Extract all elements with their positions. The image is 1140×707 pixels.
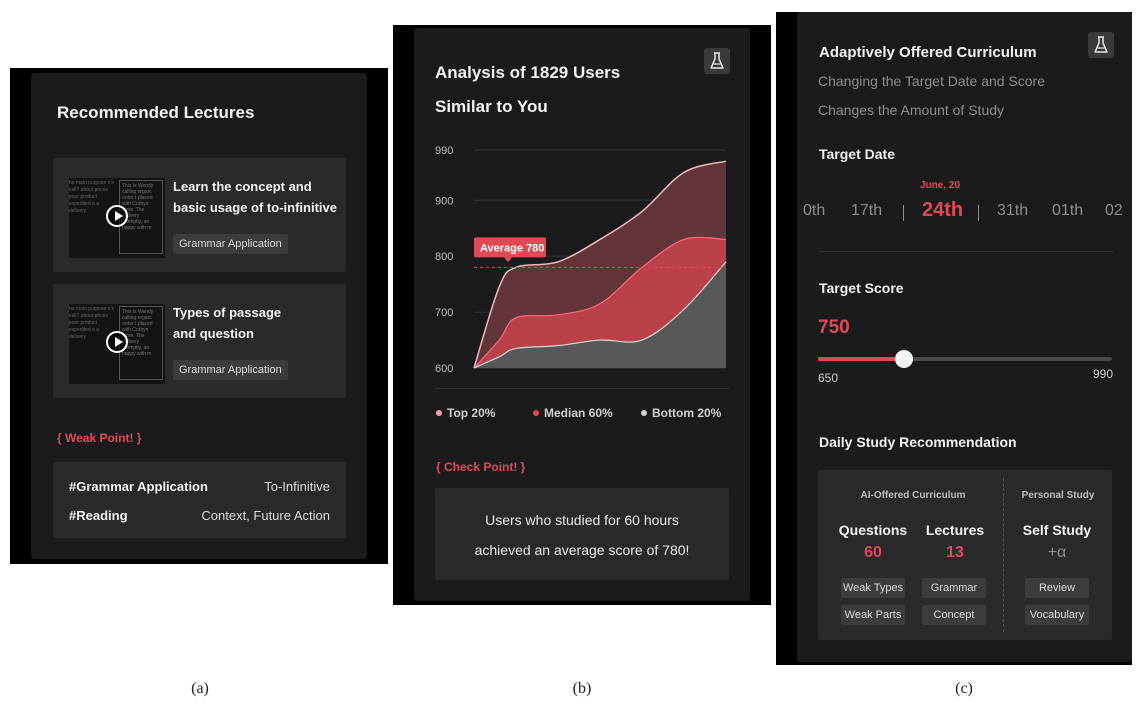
date-separator bbox=[978, 205, 979, 221]
date-picker[interactable]: 0th 17th 24th 31th 01th 02 bbox=[797, 199, 1132, 229]
lectures-title: Lectures bbox=[925, 522, 985, 538]
legend-label: Bottom 20% bbox=[652, 406, 722, 420]
analysis-title-line: Similar to You bbox=[435, 97, 548, 116]
date-option[interactable]: 01th bbox=[1052, 202, 1083, 220]
user-analysis-card: Analysis of 1829 Users Similar to You 99… bbox=[414, 28, 750, 601]
lecture-tag: Grammar Application bbox=[173, 360, 288, 380]
ai-curriculum-header: AI-Offered Curriculum bbox=[860, 490, 966, 501]
y-tick-label: 700 bbox=[435, 307, 453, 319]
date-separator bbox=[903, 205, 904, 221]
legend-item-median: Median 60% bbox=[533, 406, 613, 420]
score-slider[interactable] bbox=[818, 350, 1112, 368]
legend-item-top: Top 20% bbox=[436, 406, 495, 420]
target-score-value: 750 bbox=[818, 317, 850, 338]
column-divider bbox=[1003, 478, 1004, 632]
lecture-title: Learn the concept and basic usage of to-… bbox=[173, 176, 343, 218]
chip-weak-types[interactable]: Weak Types bbox=[841, 578, 905, 598]
play-icon[interactable] bbox=[106, 205, 128, 227]
personal-study-header: Personal Study bbox=[1021, 490, 1095, 501]
lecture-thumbnail: he main purpose n's call? about prices p… bbox=[69, 178, 165, 258]
self-study-title: Self Study bbox=[1022, 522, 1092, 538]
legend-label: Median 60% bbox=[544, 406, 613, 420]
weak-point-value: Context, Future Action bbox=[201, 508, 330, 523]
average-badge-pointer bbox=[504, 257, 512, 263]
legend-dot bbox=[436, 409, 442, 416]
check-point-label: { Check Point! } bbox=[436, 460, 526, 474]
weak-point-box: #Grammar Application To-Infinitive #Read… bbox=[53, 462, 346, 538]
lecture-title-line: basic usage of to-infinitive bbox=[173, 200, 337, 215]
caption-a: (a) bbox=[191, 680, 209, 697]
curriculum-title: Adaptively Offered Curriculum bbox=[819, 44, 1037, 61]
play-icon[interactable] bbox=[106, 331, 128, 353]
legend-dot bbox=[533, 409, 539, 416]
score-slider-handle[interactable] bbox=[895, 350, 914, 368]
curriculum-subtitle: Changes the Amount of Study bbox=[818, 102, 1005, 118]
analysis-title-line: Analysis of 1829 Users bbox=[435, 63, 621, 82]
caption-c: (c) bbox=[955, 680, 973, 697]
chip-grammar[interactable]: Grammar bbox=[922, 578, 986, 598]
legend-dot bbox=[641, 409, 647, 416]
lecture-tag: Grammar Application bbox=[173, 234, 288, 254]
curriculum-subtitle: Changing the Target Date and Score bbox=[818, 73, 1046, 89]
weak-point-key: #Grammar Application bbox=[69, 479, 208, 494]
analysis-title: Analysis of 1829 Users Similar to You bbox=[435, 56, 665, 124]
lecture-title-line: and question bbox=[173, 326, 254, 341]
weak-point-label: { Weak Point! } bbox=[57, 431, 142, 445]
chip-weak-parts[interactable]: Weak Parts bbox=[841, 605, 905, 625]
daily-study-label: Daily Study Recommendation bbox=[819, 434, 1017, 450]
lecture-title-line: Learn the concept and bbox=[173, 179, 312, 194]
check-point-line: achieved an average score of 780! bbox=[474, 542, 690, 558]
y-tick-label: 800 bbox=[435, 251, 453, 263]
self-study-value: +α bbox=[1047, 544, 1067, 561]
y-tick-label: 900 bbox=[435, 195, 453, 207]
recommended-lectures-title: Recommended Lectures bbox=[57, 103, 255, 122]
average-badge-label: Average 780 bbox=[480, 242, 544, 254]
date-option[interactable]: 0th bbox=[803, 202, 825, 220]
check-point-line: Users who studied for 60 hours bbox=[485, 512, 679, 528]
flask-icon[interactable] bbox=[704, 48, 730, 74]
chart-divider bbox=[435, 388, 729, 389]
date-month-label: June, 20 bbox=[920, 180, 961, 191]
y-tick-label: 990 bbox=[435, 145, 453, 157]
lecture-title: Types of passage and question bbox=[173, 302, 343, 344]
target-score-label: Target Score bbox=[819, 280, 904, 296]
recommended-lectures-card: Recommended Lectures he main purpose n's… bbox=[31, 73, 367, 559]
target-date-label: Target Date bbox=[819, 146, 895, 162]
legend-label: Top 20% bbox=[447, 406, 496, 420]
score-slider-fill bbox=[818, 357, 905, 361]
caption-b: (b) bbox=[572, 680, 592, 697]
lectures-value: 13 bbox=[946, 544, 964, 561]
daily-study-box: AI-Offered Curriculum Personal Study Que… bbox=[818, 470, 1112, 640]
weak-point-value: To-Infinitive bbox=[264, 479, 330, 494]
questions-value: 60 bbox=[864, 544, 882, 561]
score-max-label: 990 bbox=[1092, 367, 1113, 381]
legend-item-bottom: Bottom 20% bbox=[641, 406, 721, 420]
chip-concept[interactable]: Concept bbox=[922, 605, 986, 625]
lecture-title-line: Types of passage bbox=[173, 305, 282, 320]
date-option[interactable]: 31th bbox=[997, 202, 1028, 220]
flask-icon[interactable] bbox=[1088, 32, 1114, 58]
lecture-item[interactable]: he main purpose n's call? about prices p… bbox=[53, 284, 346, 398]
score-chart: 9909008007006000102030 hoursAverage 780 bbox=[435, 145, 727, 375]
date-option[interactable]: 17th bbox=[851, 202, 882, 220]
questions-title: Questions bbox=[838, 522, 908, 538]
date-divider bbox=[819, 251, 1113, 252]
chip-review[interactable]: Review bbox=[1025, 578, 1089, 598]
lecture-thumbnail: he main purpose n's call? about prices p… bbox=[69, 304, 165, 384]
lecture-item[interactable]: he main purpose n's call? about prices p… bbox=[53, 158, 346, 272]
date-option-selected[interactable]: 24th bbox=[922, 199, 963, 222]
y-tick-label: 600 bbox=[435, 363, 453, 375]
weak-point-key: #Reading bbox=[69, 508, 128, 523]
date-option[interactable]: 02 bbox=[1105, 202, 1123, 220]
chip-vocabulary[interactable]: Vocabulary bbox=[1025, 605, 1089, 625]
score-min-label: 650 bbox=[818, 371, 839, 385]
check-point-box: Users who studied for 60 hours achieved … bbox=[435, 488, 729, 580]
curriculum-card: Adaptively Offered Curriculum Changing t… bbox=[797, 12, 1132, 662]
